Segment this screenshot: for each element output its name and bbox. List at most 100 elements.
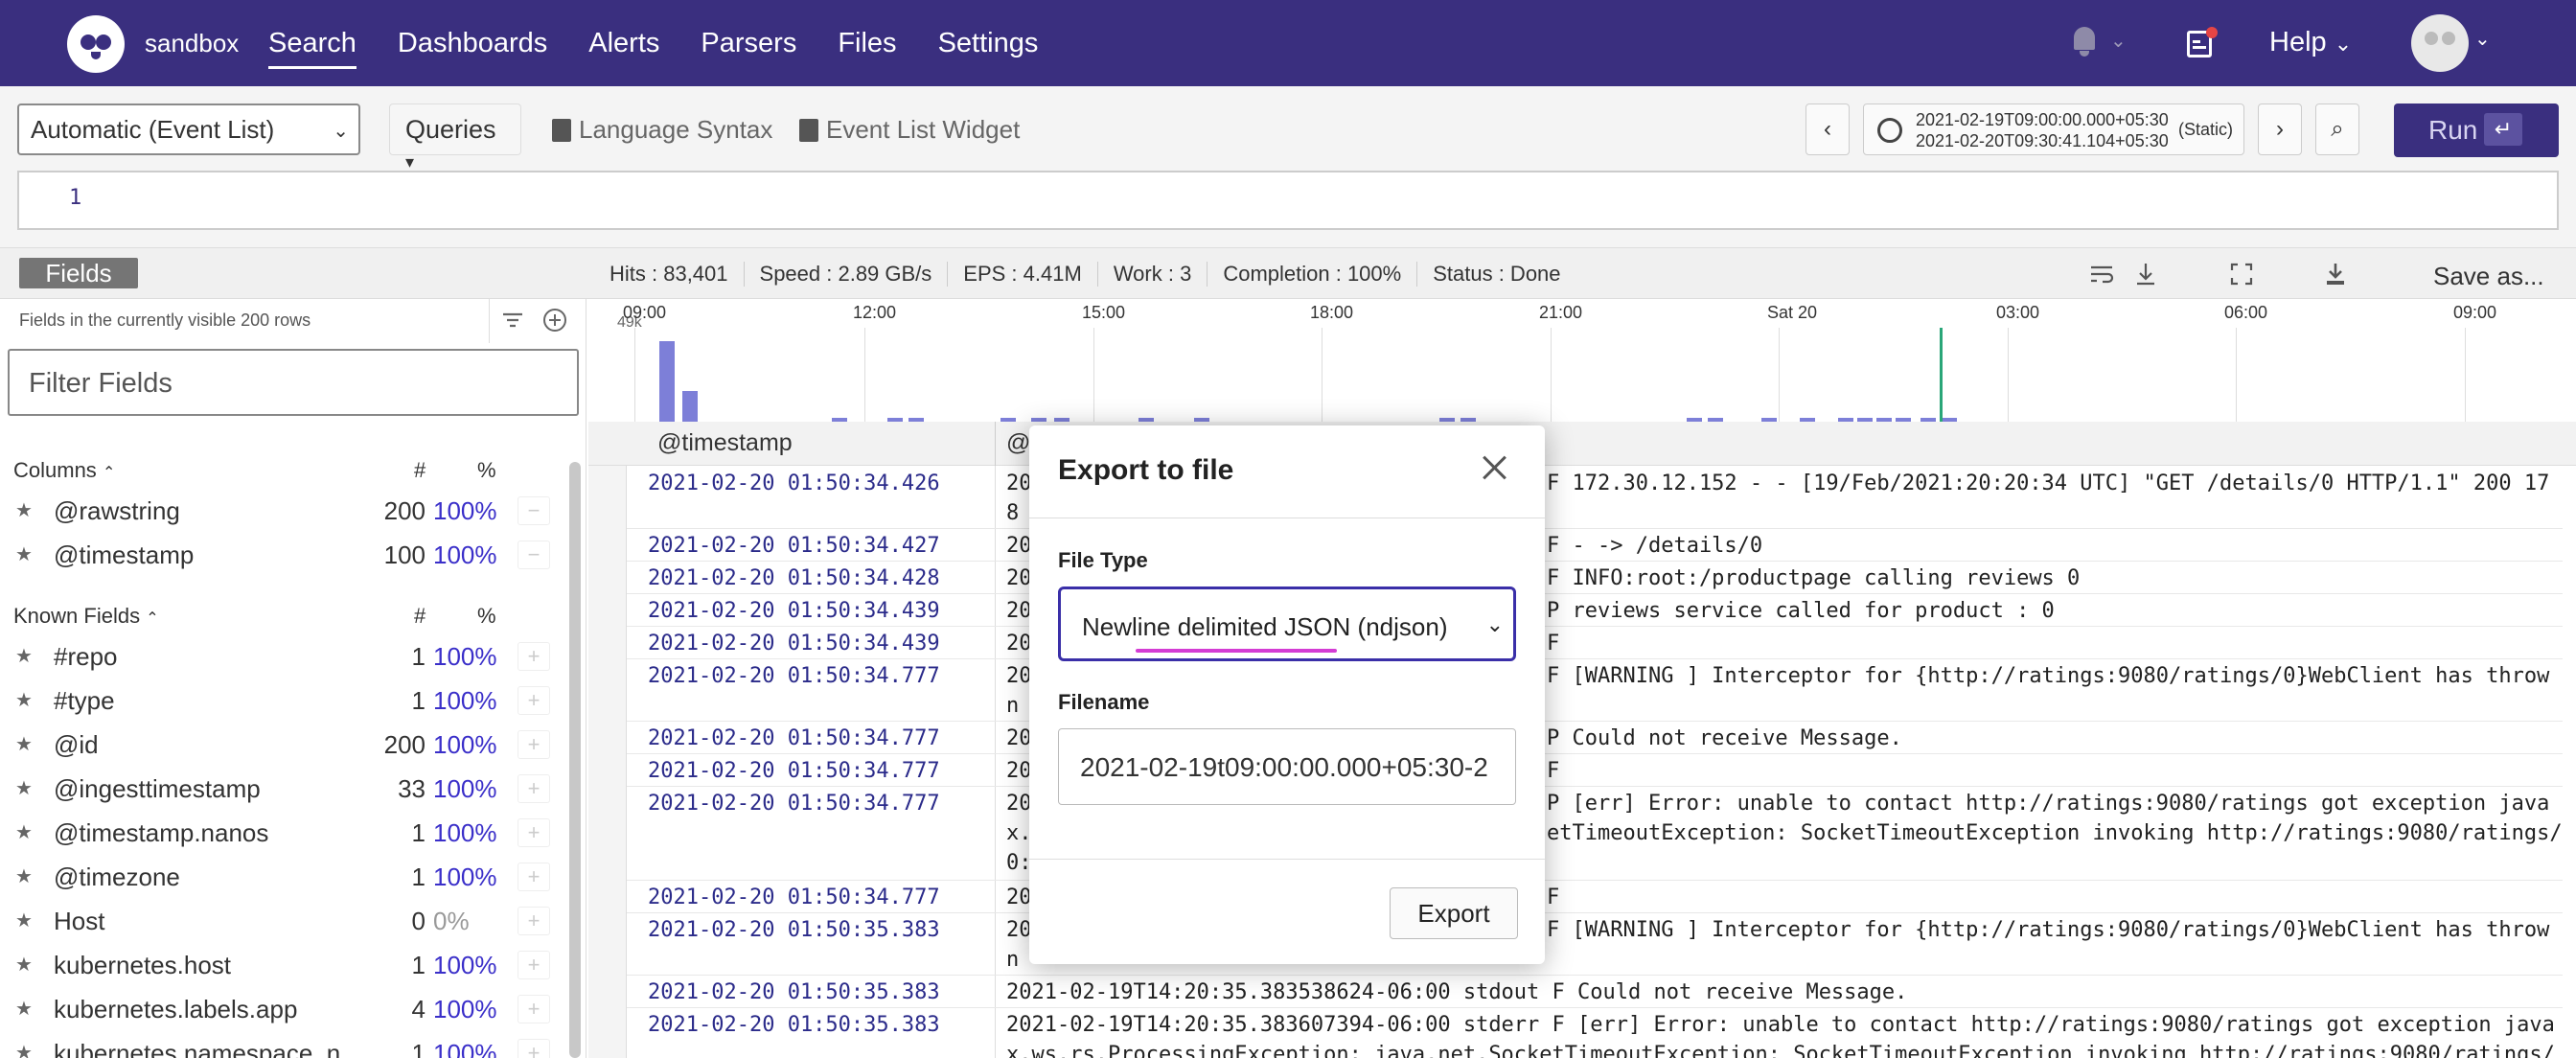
zoom-button[interactable]: ⌕ [2315,104,2359,155]
notifications-bell-icon[interactable] [2070,25,2099,58]
event-timestamp[interactable]: 2021-02-20 01:50:35.383 [648,980,940,1004]
event-rawstring-tail[interactable]: F [WARNING ] Interceptor for {http://rat… [1547,664,2549,688]
event-rawstring[interactable]: 20 [1006,632,1032,656]
event-rawstring-wrap[interactable]: n [1006,948,1019,972]
nav-dashboards[interactable]: Dashboards [398,0,547,86]
event-timestamp[interactable]: 2021-02-20 01:50:35.383 [648,918,940,942]
columns-section-header[interactable]: Columns ⌃ [13,458,115,483]
nav-alerts[interactable]: Alerts [588,0,659,86]
event-timestamp[interactable]: 2021-02-20 01:50:35.383 [648,1013,940,1037]
add-column-icon[interactable]: + [518,1039,550,1058]
event-rawstring[interactable]: 20 [1006,599,1032,623]
field-row[interactable]: ★ @id 200 100% + [0,723,565,767]
event-timestamp[interactable]: 2021-02-20 01:50:34.428 [648,566,940,590]
field-row[interactable]: ★ @timezone 1 100% + [0,855,565,899]
event-timestamp[interactable]: 2021-02-20 01:50:34.777 [648,886,940,909]
event-rawstring[interactable]: 20 [1006,759,1032,783]
event-rawstring-wrap[interactable]: 8 [1006,501,1019,525]
add-column-icon[interactable]: + [518,818,550,847]
known-fields-section-header[interactable]: Known Fields ⌃ [13,604,159,629]
timestamp-column-header[interactable]: @timestamp [657,429,793,457]
file-type-select[interactable]: Newline delimited JSON (ndjson) ⌄ [1058,586,1516,661]
star-icon[interactable]: ★ [15,732,33,756]
event-timestamp[interactable]: 2021-02-20 01:50:34.439 [648,632,940,656]
download-icon[interactable] [2321,260,2350,288]
histogram-bar[interactable] [659,341,675,422]
run-button[interactable]: Run ↵ [2394,104,2559,157]
star-icon[interactable]: ★ [15,864,33,888]
event-timestamp[interactable]: 2021-02-20 01:50:34.777 [648,759,940,783]
event-rawstring-tail[interactable]: F INFO:root:/productpage calling reviews… [1547,566,2080,590]
nav-parsers[interactable]: Parsers [701,0,796,86]
filename-input[interactable]: 2021-02-19t09:00:00.000+05:30-2 [1058,728,1516,805]
event-list-widget-link[interactable]: Event List Widget [799,115,1020,145]
star-icon[interactable]: ★ [15,688,33,712]
field-row[interactable]: ★ kubernetes.namespace_n 1 100% + [0,1031,565,1058]
event-rawstring[interactable]: 20 [1006,726,1032,750]
add-field-icon[interactable] [541,307,568,334]
event-rawstring[interactable]: 20 [1006,566,1032,590]
add-column-icon[interactable]: + [518,686,550,715]
event-rawstring[interactable]: 2021-02-19T14:20:35.383607394-06:00 stde… [1006,1013,2555,1037]
event-timestamp[interactable]: 2021-02-20 01:50:34.426 [648,472,940,495]
add-column-icon[interactable]: + [518,774,550,803]
add-column-icon[interactable]: + [518,730,550,759]
event-rawstring[interactable]: 20 [1006,918,1032,942]
sidebar-scrollbar[interactable] [569,462,581,1058]
field-row[interactable]: ★ #repo 1 100% + [0,634,565,678]
event-rawstring[interactable]: 20 [1006,792,1032,816]
add-column-icon[interactable]: + [518,907,550,935]
event-rawstring-wrap-tail[interactable]: etTimeoutException: SocketTimeoutExcepti… [1547,821,2563,845]
org-name[interactable]: sandbox [145,29,239,58]
nav-search[interactable]: Search [268,0,356,86]
field-row[interactable]: ★ Host 0 0% + [0,899,565,943]
event-rawstring-tail[interactable]: P Could not receive Message. [1547,726,1902,750]
event-rawstring-wrap[interactable]: x. [1006,821,1032,845]
event-timestamp[interactable]: 2021-02-20 01:50:34.439 [648,599,940,623]
star-icon[interactable]: ★ [15,542,33,566]
event-timestamp[interactable]: 2021-02-20 01:50:34.777 [648,792,940,816]
star-icon[interactable]: ★ [15,1041,33,1058]
star-icon[interactable]: ★ [15,908,33,932]
avatar[interactable] [2411,14,2469,72]
time-forward-button[interactable]: › [2258,104,2302,155]
query-mode-select[interactable]: Automatic (Event List) ⌄ [17,104,360,155]
chevron-down-icon[interactable]: ⌄ [2474,27,2491,51]
star-icon[interactable]: ★ [15,953,33,977]
logo-icon[interactable] [67,15,125,73]
field-row[interactable]: ★ @ingesttimestamp 33 100% + [0,767,565,811]
event-rawstring-tail[interactable]: F 172.30.12.152 - - [19/Feb/2021:20:20:3… [1547,472,2549,495]
event-rawstring-wrap[interactable]: 0: [1006,851,1032,875]
queries-dropdown[interactable]: Queries ▾ [389,104,521,172]
event-rawstring-tail[interactable]: F [1547,759,1559,783]
event-rawstring-wrap[interactable]: x.ws.rs.ProcessingException: java.net.So… [1006,1043,2555,1058]
time-back-button[interactable]: ‹ [1806,104,1850,155]
field-row[interactable]: ★ @rawstring 200 100% − [0,489,565,533]
event-rawstring[interactable]: 2021-02-19T14:20:35.383538624-06:00 stdo… [1006,980,1907,1004]
nav-files[interactable]: Files [838,0,896,86]
rawstring-column-header[interactable]: @ [1006,429,1030,457]
language-syntax-link[interactable]: Language Syntax [552,115,772,145]
star-icon[interactable]: ★ [15,644,33,668]
event-rawstring-wrap[interactable]: n [1006,694,1019,718]
field-row[interactable]: ★ @timestamp 100 100% − [0,533,565,577]
filter-lines-icon[interactable] [499,307,526,334]
query-editor[interactable]: 1 [17,171,2559,230]
star-icon[interactable]: ★ [15,820,33,844]
news-icon[interactable] [2187,27,2218,59]
export-button[interactable]: Export [1390,887,1518,939]
filter-fields-input[interactable]: Filter Fields [8,349,579,416]
fields-tab[interactable]: Fields [19,258,138,288]
histogram-bar[interactable] [682,391,698,422]
star-icon[interactable]: ★ [15,498,33,522]
event-histogram[interactable]: 49k 09:00 12:00 15:00 18:00 21:00 Sat 20 03:00… [588,299,2576,422]
event-rawstring-tail[interactable]: P [err] Error: unable to contact http://… [1547,792,2549,816]
scroll-to-bottom-icon[interactable] [2131,260,2160,288]
close-icon[interactable] [1478,450,1512,485]
field-row[interactable]: ★ #type 1 100% + [0,678,565,723]
event-rawstring-tail[interactable]: F [WARNING ] Interceptor for {http://rat… [1547,918,2549,942]
time-range-picker[interactable]: 2021-02-19T09:00:00.000+05:30 2021-02-20… [1863,104,2244,155]
event-timestamp[interactable]: 2021-02-20 01:50:34.427 [648,534,940,558]
wrap-lines-icon[interactable] [2087,260,2116,288]
event-rawstring[interactable]: 20 [1006,664,1032,688]
